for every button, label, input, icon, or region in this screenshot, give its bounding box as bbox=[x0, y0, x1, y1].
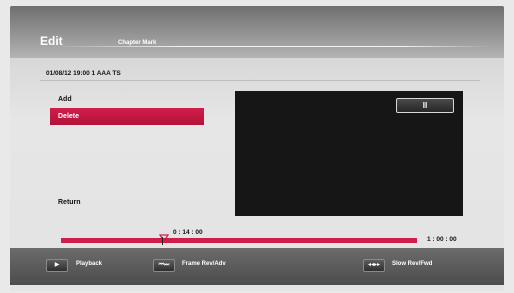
slow-icon[interactable]: ◂◂▸▸ bbox=[363, 259, 385, 272]
progress-position bbox=[162, 237, 163, 245]
playback-label: Playback bbox=[76, 261, 103, 267]
pause-button[interactable]: II bbox=[396, 98, 454, 113]
slow-label: Slow Rev/Fwd bbox=[392, 261, 433, 267]
header-divider bbox=[50, 46, 490, 47]
add-button[interactable]: Add bbox=[50, 91, 212, 108]
total-time: 1 : 00 : 00 bbox=[427, 236, 457, 243]
skip-icon[interactable]: ⏮⏭ bbox=[153, 259, 175, 272]
footer-bar: ▶ Playback ⏮⏭ Frame Rev/Adv ◂◂▸▸ Slow Re… bbox=[10, 248, 504, 285]
recording-info: 01/08/12 19:00 1 AAA TS bbox=[46, 70, 121, 77]
play-icon[interactable]: ▶ bbox=[46, 259, 68, 272]
info-divider bbox=[40, 80, 480, 81]
delete-button[interactable]: Delete bbox=[50, 108, 204, 125]
pause-icon: II bbox=[422, 101, 428, 110]
progress-bar[interactable] bbox=[61, 238, 417, 243]
header-bar: Edit Chapter Mark bbox=[10, 6, 504, 58]
frame-label: Frame Rev/Adv bbox=[182, 261, 226, 267]
marker-time: 0 : 14 : 00 bbox=[173, 229, 203, 236]
return-button[interactable]: Return bbox=[50, 194, 212, 211]
